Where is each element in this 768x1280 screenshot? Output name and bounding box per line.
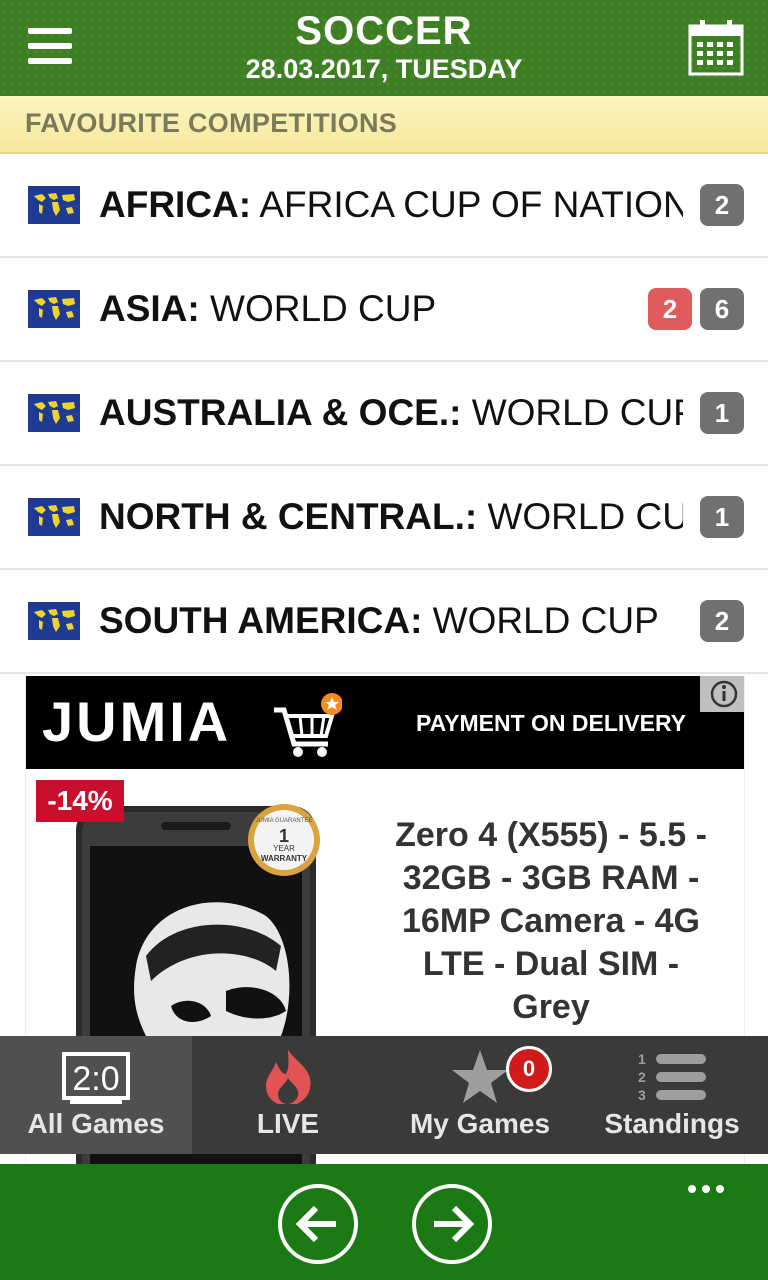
scoreboard-text: 2:0: [72, 1060, 119, 1098]
world-map-flag-icon: [28, 394, 80, 432]
competition-name: WORLD CUP: [432, 600, 659, 641]
page-title: SOCCER: [295, 9, 473, 53]
my-games-count-badge: 0: [506, 1046, 552, 1092]
competition-row-africa[interactable]: AFRICA: AFRICA CUP OF NATIONS 2: [0, 154, 768, 258]
competition-title: SOUTH AMERICA: WORLD CUP: [99, 598, 683, 644]
world-map-flag-icon: [28, 290, 80, 328]
warranty-number: 1: [279, 826, 289, 846]
world-map-flag-icon: [28, 186, 80, 224]
competition-title: NORTH & CENTRAL.: WORLD CUP: [99, 494, 683, 540]
forward-button[interactable]: [412, 1184, 492, 1264]
warranty-top-text: JUMIA GUARANTEE: [256, 818, 313, 824]
svg-text:1: 1: [638, 1051, 646, 1067]
competition-title: AUSTRALIA & OCE.: WORLD CUP: [99, 390, 683, 436]
competition-row-australia-oceania[interactable]: AUSTRALIA & OCE.: WORLD CUP 1: [0, 362, 768, 466]
arrow-right-icon: [434, 1205, 475, 1243]
arrow-left-icon: [295, 1205, 336, 1243]
tab-standings[interactable]: 1 2 3 Standings: [576, 1036, 768, 1154]
back-button[interactable]: [278, 1184, 358, 1264]
competition-name: WORLD CUP: [210, 288, 437, 329]
tab-all-games[interactable]: 2:0 All Games: [0, 1036, 192, 1154]
tab-bar: 2:0 All Games LIVE My Games 1 2 3 Standing…: [0, 1036, 768, 1154]
header-title-block: SOCCER 28.03.2017, TUESDAY: [150, 8, 618, 84]
svg-text:2: 2: [638, 1069, 646, 1085]
competition-title: ASIA: WORLD CUP: [99, 286, 683, 332]
competition-name: WORLD CUP: [487, 496, 683, 537]
match-count-badge: 1: [700, 392, 744, 434]
tab-my-games[interactable]: My Games: [384, 1036, 576, 1154]
warranty-seal-icon: JUMIA GUARANTEE 1 YEAR WARRANTY: [248, 804, 320, 876]
section-title: FAVOURITE COMPETITIONS: [25, 108, 398, 138]
match-count-badge: 6: [700, 288, 744, 330]
product-title[interactable]: Zero 4 (X555) - 5.5 - 32GB - 3GB RAM - 1…: [386, 814, 716, 1029]
app-header: SOCCER 28.03.2017, TUESDAY: [0, 0, 768, 96]
favourite-competitions-header: FAVOURITE COMPETITIONS: [0, 96, 768, 154]
shopping-cart-icon: [274, 693, 342, 757]
world-map-flag-icon: [28, 498, 80, 536]
tab-live[interactable]: LIVE: [192, 1036, 384, 1154]
ad-banner[interactable]: JUMIA PAYMENT ON DELIVERY: [26, 676, 744, 769]
tab-label: Standings: [604, 1108, 740, 1139]
svg-text:3: 3: [638, 1087, 646, 1103]
competition-row-north-central[interactable]: NORTH & CENTRAL.: WORLD CUP 1: [0, 466, 768, 570]
competition-region: SOUTH AMERICA:: [99, 600, 423, 641]
warranty-bottom-text: WARRANTY: [261, 854, 308, 863]
calendar-icon[interactable]: [688, 18, 744, 76]
fire-icon: [266, 1050, 311, 1104]
tab-label: LIVE: [256, 1108, 320, 1139]
tab-label: All Games: [27, 1108, 165, 1139]
match-count-badge: 1: [700, 496, 744, 538]
world-map-flag-icon: [28, 602, 80, 640]
hamburger-menu-icon[interactable]: [28, 28, 72, 68]
competition-row-south-america[interactable]: SOUTH AMERICA: WORLD CUP 2: [0, 570, 768, 674]
jumia-logo: JUMIA: [42, 690, 232, 753]
more-options-icon[interactable]: [688, 1180, 732, 1194]
page-date: 28.03.2017, TUESDAY: [245, 54, 523, 84]
discount-badge: -14%: [36, 780, 124, 822]
ad-tagline: PAYMENT ON DELIVERY: [416, 710, 687, 736]
competition-name: AFRICA CUP OF NATIONS: [259, 184, 683, 225]
competition-region: AFRICA:: [99, 184, 252, 225]
competition-region: ASIA:: [99, 288, 200, 329]
scoreboard-icon: 2:0: [62, 1052, 130, 1104]
match-count-badge: 2: [700, 600, 744, 642]
competition-region: NORTH & CENTRAL.:: [99, 496, 478, 537]
bottom-navigation-bar: [0, 1164, 768, 1280]
competition-name: WORLD CUP: [471, 392, 683, 433]
match-count-badge: 2: [700, 184, 744, 226]
standings-list-icon: 1 2 3: [638, 1051, 706, 1103]
tab-label: My Games: [409, 1108, 551, 1139]
ad-info-icon[interactable]: [700, 676, 744, 712]
competition-row-asia[interactable]: ASIA: WORLD CUP 2 6: [0, 258, 768, 362]
warranty-year-text: YEAR: [273, 844, 295, 853]
competition-title: AFRICA: AFRICA CUP OF NATIONS: [99, 182, 683, 228]
competition-region: AUSTRALIA & OCE.:: [99, 392, 462, 433]
live-count-badge: 2: [648, 288, 692, 330]
